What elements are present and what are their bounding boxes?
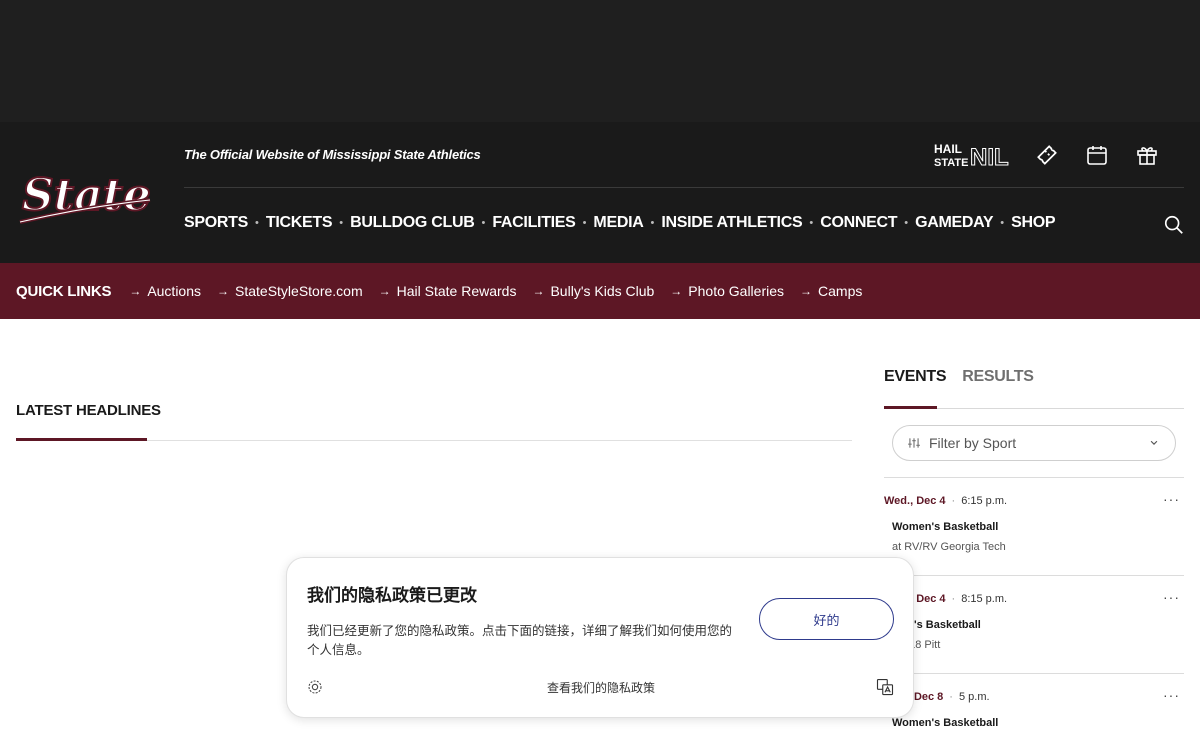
events-tabs: EVENTS RESULTS xyxy=(884,368,1050,386)
filter-by-sport-select[interactable]: Filter by Sport xyxy=(892,425,1176,461)
nav-shop[interactable]: SHOP xyxy=(1011,214,1055,232)
privacy-policy-link[interactable]: 查看我们的隐私政策 xyxy=(547,679,655,696)
quick-links-bar: QUICK LINKS → Auctions → StateStyleStore.c… xyxy=(0,263,1200,319)
arrow-right-icon: → xyxy=(217,284,230,298)
gift-icon[interactable] xyxy=(1122,140,1172,170)
nav-separator: • xyxy=(1000,217,1005,229)
event-datetime: Wed., Dec 4 · 8:15 p.m. xyxy=(884,593,1184,605)
event-time: 5 p.m. xyxy=(958,691,990,703)
dialog-text: 我们已经更新了您的隐私政策。点击下面的链接，详细了解我们如何使用您的个人信息。 xyxy=(307,624,733,657)
quick-link-label: StateStyleStore.com xyxy=(235,283,363,299)
state-text: STATE xyxy=(934,157,968,169)
quick-link-camps[interactable]: → Camps xyxy=(800,283,862,299)
quick-link-auctions[interactable]: → Auctions xyxy=(129,283,201,299)
nav-separator: • xyxy=(582,217,587,229)
arrow-right-icon: → xyxy=(129,284,142,298)
nav-gameday[interactable]: GAMEDAY xyxy=(915,214,994,232)
event-item[interactable]: Wed., Dec 4 · 6:15 p.m. Women's Basketba… xyxy=(884,491,1184,553)
search-icon[interactable] xyxy=(1163,214,1185,236)
event-time: 8:15 p.m. xyxy=(961,593,1008,605)
event-item[interactable]: Sun., Dec 8 · 5 p.m. Women's Basketball … xyxy=(884,687,1184,729)
nil-text: NIL xyxy=(970,144,1009,170)
quick-link-label: Camps xyxy=(818,283,863,299)
translate-icon[interactable] xyxy=(876,678,894,696)
event-divider xyxy=(884,575,1184,576)
arrow-right-icon: → xyxy=(532,284,545,298)
header-divider xyxy=(184,187,1184,188)
main-nav: SPORTS • TICKETS • BULLDOG CLUB • FACILI… xyxy=(184,214,1056,232)
event-datetime: Sun., Dec 8 · 5 p.m. xyxy=(884,691,1184,703)
dot-separator: · xyxy=(951,495,956,507)
quick-link-kids-club[interactable]: → Bully's Kids Club xyxy=(532,283,654,299)
quick-link-label: Photo Galleries xyxy=(688,283,785,299)
event-opponent: vs. 18 Pitt xyxy=(892,639,941,651)
site-tagline: The Official Website of Mississippi Stat… xyxy=(184,147,481,162)
quick-link-statestylestore[interactable]: → StateStyleStore.com xyxy=(217,283,363,299)
event-sport: Women's Basketball xyxy=(892,521,999,533)
latest-headlines-title: LATEST HEADLINES xyxy=(16,402,161,419)
nav-tickets[interactable]: TICKETS xyxy=(266,214,333,232)
filter-label: Filter by Sport xyxy=(929,435,1017,451)
hail-state-nil-logo[interactable]: HAIL STATE NIL xyxy=(932,140,1022,170)
tab-active-indicator xyxy=(884,406,937,409)
hail-text: HAIL xyxy=(934,142,962,156)
nav-separator: • xyxy=(650,217,655,229)
arrow-right-icon: → xyxy=(378,284,391,298)
more-options-icon[interactable]: ··· xyxy=(1163,589,1180,605)
gear-icon[interactable] xyxy=(307,679,323,695)
event-divider xyxy=(884,477,1184,478)
nav-separator: • xyxy=(255,217,259,229)
calendar-icon[interactable] xyxy=(1072,140,1122,170)
quick-link-photo-galleries[interactable]: → Photo Galleries xyxy=(670,283,784,299)
event-sport: Women's Basketball xyxy=(892,717,999,729)
quick-link-label: Bully's Kids Club xyxy=(550,283,655,299)
privacy-policy-dialog: 我们的隐私政策已更改 我们已经更新了您的隐私政策。点击下面的链接，详细了解我们如… xyxy=(286,557,914,718)
more-options-icon[interactable]: ··· xyxy=(1163,687,1180,703)
tab-results[interactable]: RESULTS xyxy=(962,368,1034,386)
ticket-icon[interactable] xyxy=(1022,140,1072,170)
utility-icons: HAIL STATE NIL xyxy=(932,140,1172,170)
event-datetime: Wed., Dec 4 · 6:15 p.m. xyxy=(884,495,1184,507)
logo-text: State xyxy=(22,170,151,221)
arrow-right-icon: → xyxy=(800,284,813,298)
nav-separator: • xyxy=(481,217,486,229)
dot-separator: · xyxy=(949,691,953,703)
quick-link-rewards[interactable]: → Hail State Rewards xyxy=(379,283,517,299)
nav-facilities[interactable]: FACILITIES xyxy=(492,214,576,232)
quick-link-label: Auctions xyxy=(147,283,202,299)
event-time: 6:15 p.m. xyxy=(961,495,1008,507)
nav-inside-athletics[interactable]: INSIDE ATHLETICS xyxy=(661,214,802,232)
chevron-down-icon xyxy=(1150,440,1158,445)
event-sport: Men's Basketball xyxy=(892,619,981,631)
nav-connect[interactable]: CONNECT xyxy=(820,214,897,232)
state-logo[interactable]: State xyxy=(14,152,154,232)
arrow-right-icon: → xyxy=(670,284,683,298)
event-item[interactable]: Wed., Dec 4 · 8:15 p.m. Men's Basketball… xyxy=(884,589,1184,651)
ok-button[interactable]: 好的 xyxy=(759,598,894,640)
tab-events[interactable]: EVENTS xyxy=(884,368,947,386)
nav-separator: • xyxy=(339,217,344,229)
dot-separator: · xyxy=(951,593,956,605)
filter-icon xyxy=(908,438,920,448)
event-divider xyxy=(884,673,1184,674)
quick-link-label: Hail State Rewards xyxy=(396,283,517,299)
dialog-title: 我们的隐私政策已更改 xyxy=(307,586,477,605)
headlines-accent xyxy=(16,438,147,441)
more-options-icon[interactable]: ··· xyxy=(1163,491,1180,507)
event-date: Wed., Dec 4 xyxy=(884,495,946,507)
nav-separator: • xyxy=(809,217,814,229)
nav-separator: • xyxy=(904,217,909,229)
event-opponent: at RV/RV Georgia Tech xyxy=(892,541,1006,553)
site-header: State The Official Website of Mississipp… xyxy=(0,122,1200,263)
nav-media[interactable]: MEDIA xyxy=(593,214,643,232)
quick-links-title: QUICK LINKS xyxy=(16,282,112,300)
ad-banner xyxy=(0,0,1200,122)
nav-bulldog-club[interactable]: BULLDOG CLUB xyxy=(350,214,475,232)
nav-sports[interactable]: SPORTS xyxy=(184,214,248,232)
